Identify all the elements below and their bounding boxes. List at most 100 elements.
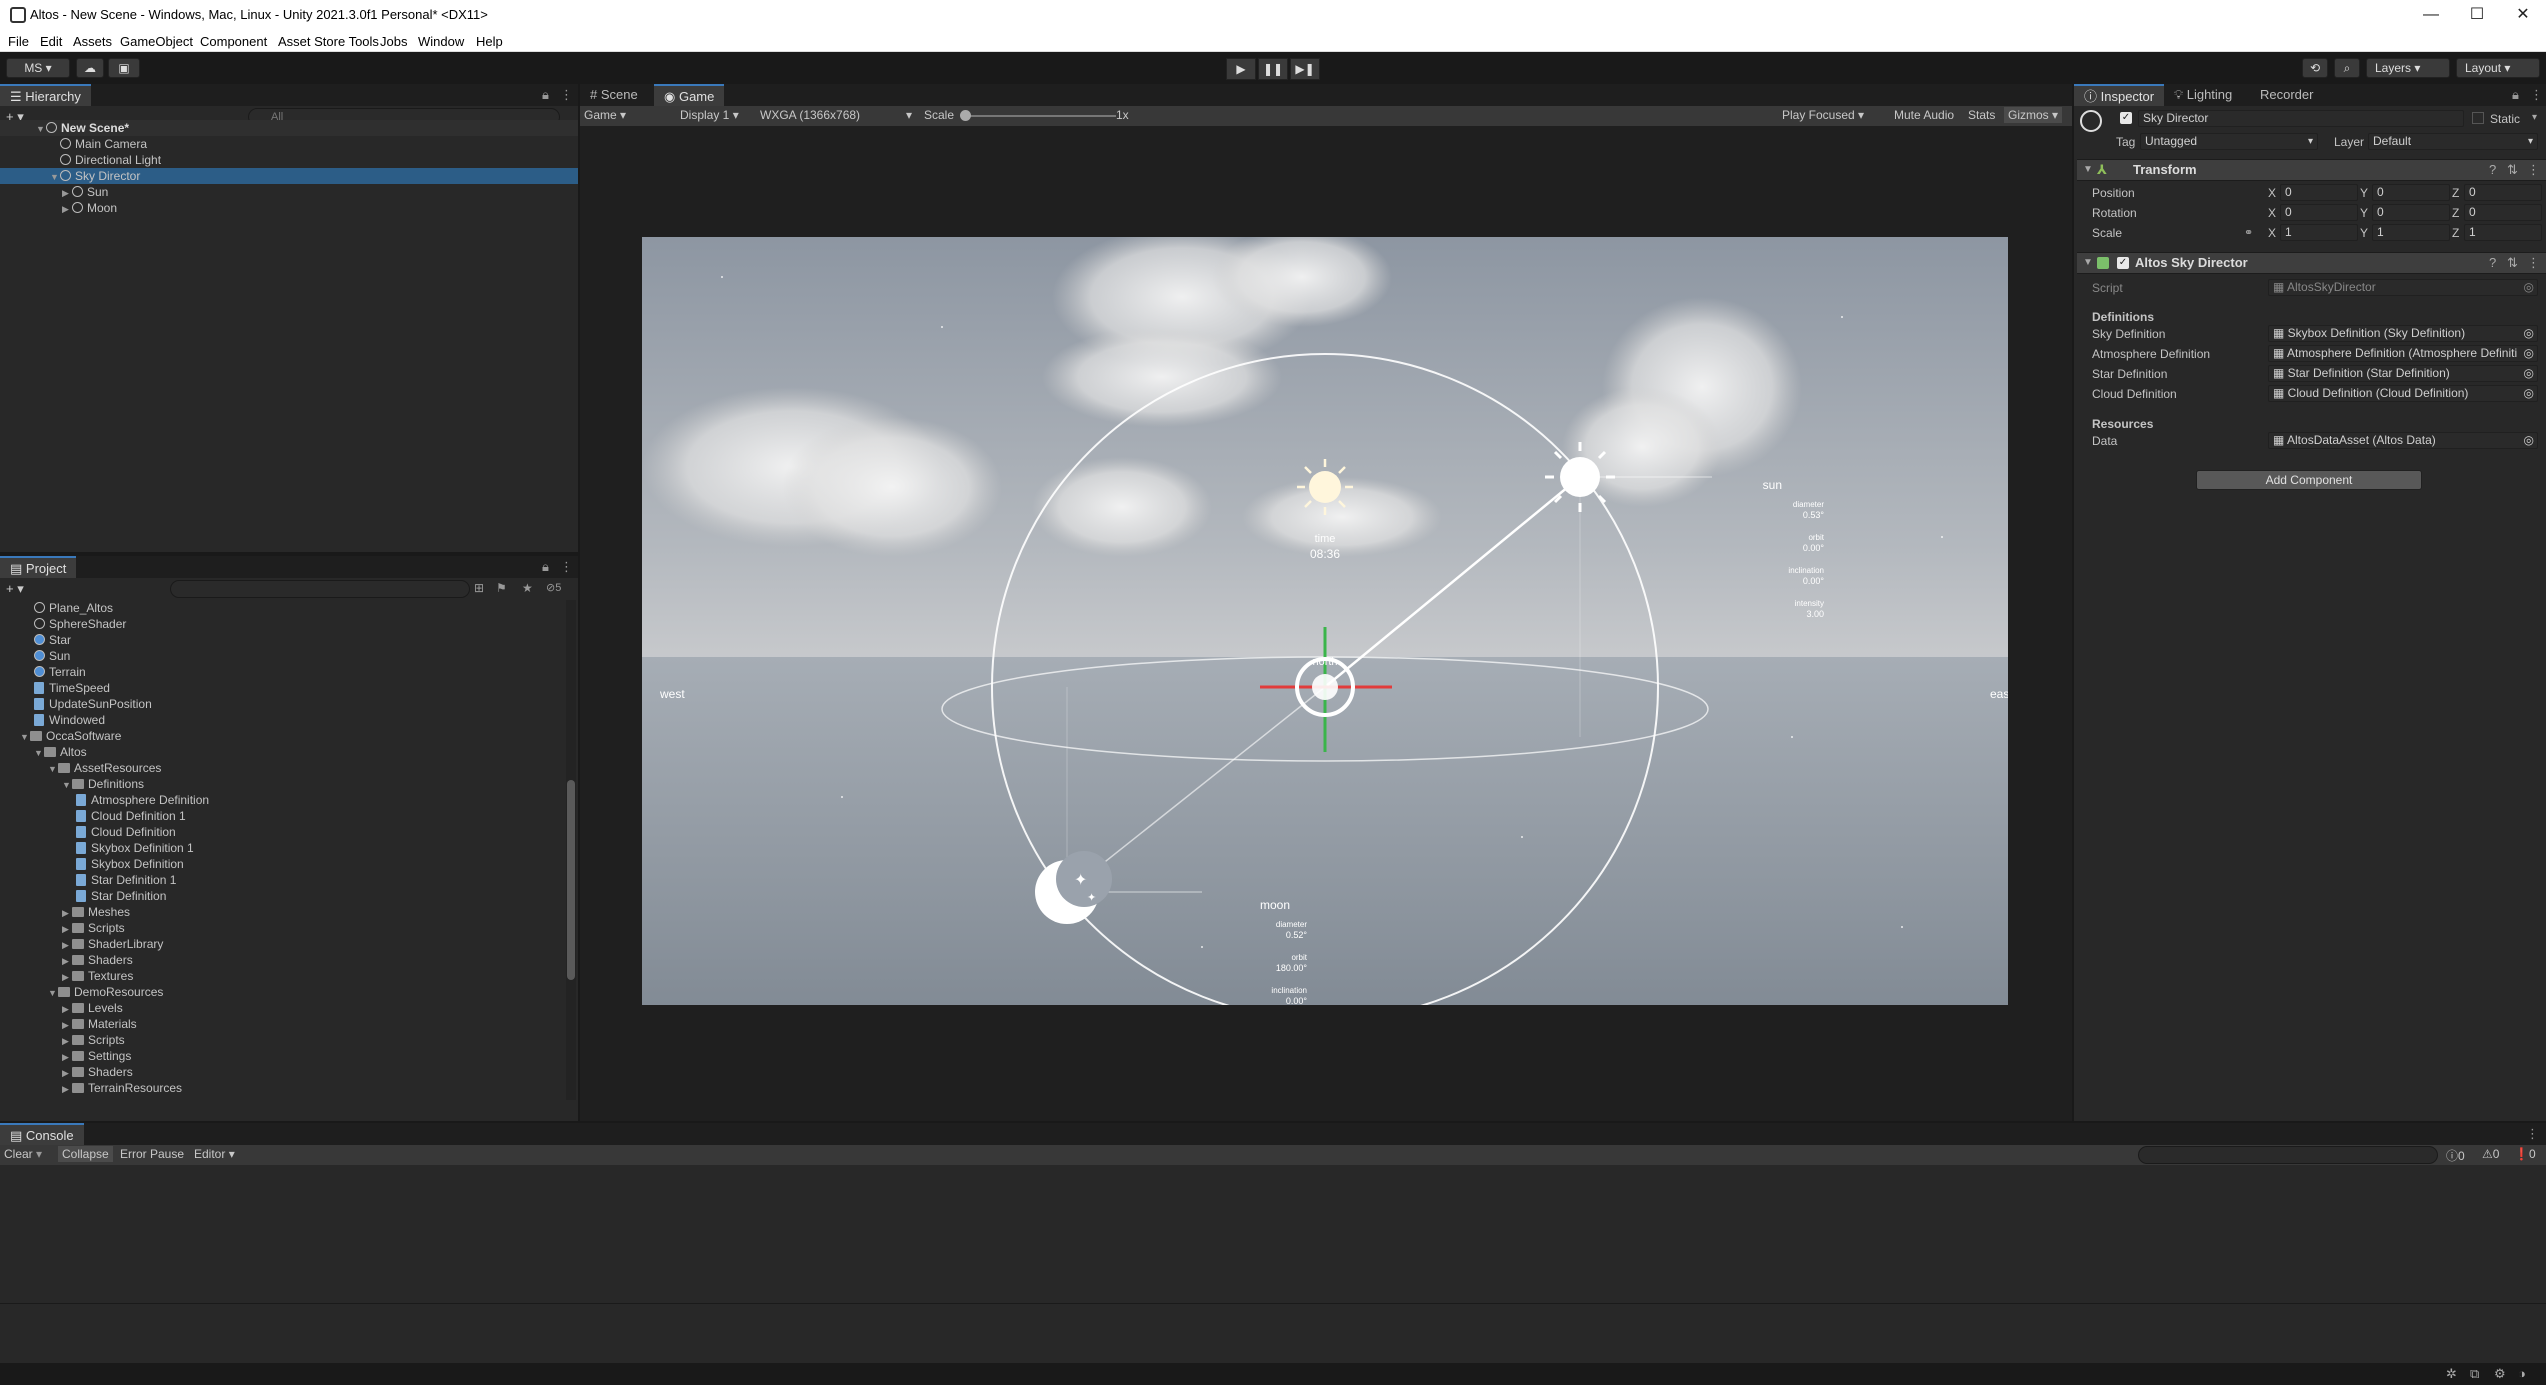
active-checkbox[interactable]: ✓ [2120, 112, 2132, 124]
object-picker-icon[interactable]: ◎ [2524, 386, 2534, 401]
transform-scale-x-input[interactable]: 1 [2280, 224, 2358, 241]
menu-asset-store-tools[interactable]: Asset Store Tools [278, 34, 379, 49]
lock-icon[interactable]: 🔒︎ [542, 559, 549, 575]
project-scrollbar[interactable] [566, 600, 576, 1100]
tab-scene[interactable]: # Scene [580, 84, 648, 106]
project-item[interactable]: Cloud Definition [0, 824, 565, 840]
fold-arrow-icon[interactable]: ▶ [62, 905, 72, 921]
fold-arrow-icon[interactable]: ▶ [62, 1001, 72, 1017]
search-icon[interactable]: ⌕ [2334, 58, 2360, 78]
step-button[interactable]: ▶❚ [1290, 58, 1320, 80]
kebab-menu-icon[interactable]: ⋮ [2526, 1126, 2539, 1142]
collapse-toggle[interactable]: Collapse [58, 1146, 113, 1162]
play-focused-dropdown[interactable]: Play Focused ▾ [1782, 108, 1864, 122]
project-item[interactable]: ▶ Shaders [0, 952, 565, 968]
editor-dropdown[interactable]: Editor ▾ [194, 1147, 235, 1161]
menu-assets[interactable]: Assets [73, 34, 112, 49]
history-icon[interactable]: ⟲ [2302, 58, 2328, 78]
tab-hierarchy[interactable]: ☰ Hierarchy [0, 84, 91, 106]
project-item[interactable]: ▶ Scripts [0, 920, 565, 936]
project-item[interactable]: Plane_Altos [0, 600, 565, 616]
filter-label-icon[interactable]: ⚑ [496, 581, 507, 595]
fold-arrow-icon[interactable]: ▼ [34, 745, 44, 761]
menu-component[interactable]: Component [200, 34, 267, 49]
fold-arrow-icon[interactable]: ▶ [62, 1017, 72, 1033]
create-button[interactable]: + ▾ [6, 581, 24, 597]
definition-field[interactable]: ▦ Cloud Definition (Cloud Definition) ◎ [2268, 385, 2538, 402]
fold-arrow-icon[interactable]: ▼ [50, 169, 60, 185]
transform-position-x-input[interactable]: 0 [2280, 184, 2358, 201]
tab-console[interactable]: ▤ Console [0, 1123, 84, 1145]
project-item[interactable]: Skybox Definition 1 [0, 840, 565, 856]
project-item[interactable]: ▶ Scripts [0, 1032, 565, 1048]
project-item[interactable]: ▶ Shaders [0, 1064, 565, 1080]
project-item[interactable]: Windowed [0, 712, 565, 728]
help-icon[interactable]: ? [2489, 253, 2496, 273]
fold-arrow-icon[interactable]: ▶ [62, 1049, 72, 1065]
project-item[interactable]: ▶ ShaderLibrary [0, 936, 565, 952]
warning-count-toggle[interactable]: ⚠0 [2482, 1147, 2499, 1161]
fold-arrow-icon[interactable]: ▶ [62, 185, 72, 201]
fold-arrow-icon[interactable]: ▼ [2083, 253, 2093, 273]
fold-arrow-icon[interactable]: ▶ [62, 1065, 72, 1081]
menu-jobs[interactable]: Jobs [380, 34, 407, 49]
transform-scale-y-input[interactable]: 1 [2372, 224, 2450, 241]
fold-arrow-icon[interactable]: ▼ [62, 777, 72, 793]
bug-icon[interactable]: ✲ [2446, 1366, 2457, 1382]
display-dropdown[interactable]: Display 1 ▾ [680, 108, 739, 122]
tab-inspector[interactable]: ⓘ Inspector [2074, 84, 2165, 106]
object-picker-icon[interactable]: ◎ [2524, 346, 2534, 361]
project-item[interactable]: ▶ Textures [0, 968, 565, 984]
resolution-dropdown[interactable]: WXGA (1366x768) ▾ [760, 108, 912, 122]
project-item[interactable]: Terrain [0, 664, 565, 680]
fold-arrow-icon[interactable]: ▼ [36, 121, 46, 137]
minimize-button[interactable]: — [2408, 2, 2454, 28]
tab-recorder[interactable]: Recorder [2250, 84, 2323, 106]
project-item[interactable]: ▶ Settings [0, 1048, 565, 1064]
hierarchy-item-sky-director[interactable]: ▼ Sky Director [0, 168, 578, 184]
lock-icon[interactable]: 🔒︎ [2512, 87, 2519, 103]
static-dropdown-icon[interactable]: ▾ [2532, 112, 2537, 123]
component-menu-icon[interactable]: ⋮ [2527, 253, 2540, 273]
kebab-menu-icon[interactable]: ⋮ [560, 559, 573, 575]
kebab-menu-icon[interactable]: ⋮ [560, 87, 573, 103]
fold-arrow-icon[interactable]: ▼ [48, 985, 58, 1001]
game-view-dropdown[interactable]: Game ▾ [584, 108, 626, 122]
link-scale-icon[interactable]: ⚭ [2244, 226, 2253, 239]
transform-scale-z-input[interactable]: 1 [2464, 224, 2542, 241]
hierarchy-item-moon[interactable]: ▶ Moon [0, 200, 578, 216]
definition-field[interactable]: ▦ Star Definition (Star Definition) ◎ [2268, 365, 2538, 382]
definition-field[interactable]: ▦ Atmosphere Definition (Atmosphere Defi… [2268, 345, 2538, 362]
help-icon[interactable]: ? [2489, 160, 2496, 180]
collab-icon[interactable]: ▣ [108, 58, 140, 78]
transform-position-y-input[interactable]: 0 [2372, 184, 2450, 201]
project-item[interactable]: Star Definition [0, 888, 565, 904]
layers-dropdown[interactable]: Layers ▾ [2366, 58, 2450, 78]
auto-generate-lighting-icon[interactable]: ◑ [2518, 1366, 2526, 1381]
transform-position-z-input[interactable]: 0 [2464, 184, 2542, 201]
hierarchy-item-directional-light[interactable]: Directional Light [0, 152, 578, 168]
scale-slider-handle[interactable] [960, 110, 971, 121]
menu-help[interactable]: Help [476, 34, 503, 49]
transform-rotation-z-input[interactable]: 0 [2464, 204, 2542, 221]
log-count-toggle[interactable]: ⓘ0 [2446, 1147, 2465, 1164]
play-button[interactable]: ▶ [1226, 58, 1256, 80]
component-enabled-checkbox[interactable]: ✓ [2117, 257, 2129, 269]
fold-arrow-icon[interactable]: ▶ [62, 201, 72, 217]
hierarchy-item-main-camera[interactable]: Main Camera [0, 136, 578, 152]
project-item[interactable]: Star Definition 1 [0, 872, 565, 888]
component-menu-icon[interactable]: ⋮ [2527, 160, 2540, 180]
project-item[interactable]: ▶ Levels [0, 1000, 565, 1016]
hidden-packages-button[interactable]: ⊘5 [546, 581, 561, 594]
definition-field[interactable]: ▦ Skybox Definition (Sky Definition) ◎ [2268, 325, 2538, 342]
stats-toggle[interactable]: Stats [1968, 108, 1995, 122]
project-item[interactable]: Cloud Definition 1 [0, 808, 565, 824]
menu-file[interactable]: File [8, 34, 29, 49]
project-item[interactable]: Star [0, 632, 565, 648]
fold-arrow-icon[interactable]: ▶ [62, 937, 72, 953]
pause-button[interactable]: ❚❚ [1258, 58, 1288, 80]
hierarchy-item-sun[interactable]: ▶ Sun [0, 184, 578, 200]
kebab-menu-icon[interactable]: ⋮ [2530, 87, 2543, 103]
layer-dropdown[interactable]: Default ▾ [2368, 133, 2538, 150]
object-picker-icon[interactable]: ◎ [2524, 326, 2534, 341]
